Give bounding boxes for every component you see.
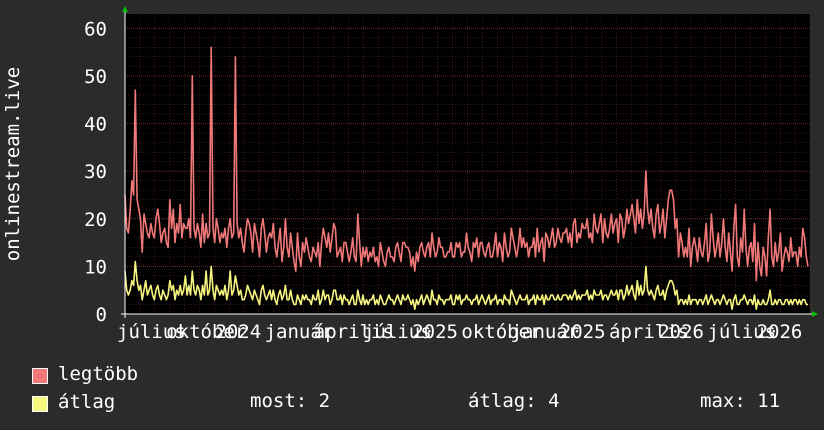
stat-current: most: 2 [250,390,331,412]
legend-label-avg: átlag [58,391,116,413]
chart: 0 10 20 30 40 50 60 júliusoktóber2024 januárápr… [2,6,818,343]
y-tick-label: 30 [84,161,107,183]
x-tick-label: 2025 [412,321,458,343]
x-tick-label: 2026 [757,321,803,343]
legend-swatch-avg [32,396,48,412]
y-tick-label: 20 [84,209,107,231]
x-tick-label: 2026 [658,321,704,343]
x-tick-labels: júliusoktóber2024 januáráprilisjúlius2025… [117,321,802,343]
legend-label-max: legtöbb [58,363,139,385]
y-tick-label: 40 [84,114,107,136]
stat-max: max: 11 [700,390,781,412]
y-tick-label: 10 [84,256,107,278]
x-axis-arrow-icon [812,311,818,317]
y-axis-label: onlinestream.live [2,67,24,261]
stat-average: átlag: 4 [468,390,560,412]
y-tick-label: 0 [96,304,107,326]
y-tick-label: 50 [84,66,107,88]
x-tick-label: 2024 [215,321,261,343]
x-tick-label: 2025 [560,321,606,343]
y-tick-label: 60 [84,18,107,40]
legend-swatch-max [32,368,48,384]
y-tick-labels: 0 10 20 30 40 50 60 [84,18,107,326]
y-axis-arrow-icon [122,6,128,12]
